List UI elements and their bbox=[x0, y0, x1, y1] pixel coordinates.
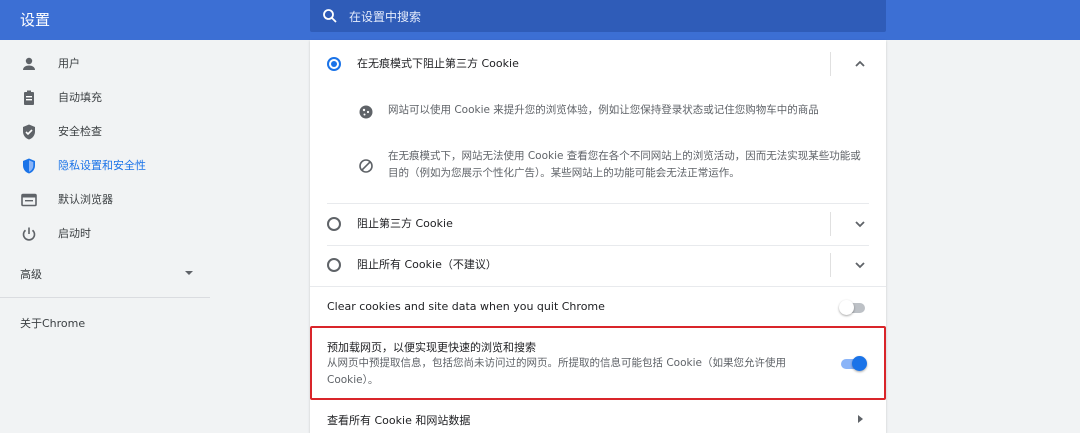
sidebar-advanced[interactable]: 高级 bbox=[20, 266, 42, 282]
incognito-explanation: 在无痕模式下，网站无法使用 Cookie 查看您在各个不同网站上的浏览活动，因而… bbox=[388, 150, 861, 179]
vertical-separator bbox=[830, 212, 831, 236]
section-divider bbox=[310, 286, 886, 287]
toggle-knob bbox=[839, 300, 854, 315]
app-title: 设置 bbox=[20, 11, 51, 29]
cookie-icon bbox=[359, 105, 373, 119]
sidebar-item-label: 启动时 bbox=[58, 227, 91, 240]
option-label: 阻止所有 Cookie（不建议） bbox=[357, 258, 497, 271]
sidebar-item-label: 安全检查 bbox=[58, 125, 102, 138]
clear-on-quit-toggle[interactable] bbox=[839, 300, 867, 316]
blocked-icon bbox=[359, 159, 373, 173]
vertical-separator bbox=[830, 253, 831, 277]
sidebar-item-safety-check[interactable]: 安全检查 bbox=[0, 115, 210, 147]
chevron-down-icon[interactable] bbox=[853, 217, 867, 231]
sidebar-item-on-startup[interactable]: 启动时 bbox=[0, 217, 210, 249]
sidebar-item-label: 用户 bbox=[58, 57, 80, 70]
sidebar-item-label: 默认浏览器 bbox=[58, 193, 113, 206]
clear-on-quit-label: Clear cookies and site data when you qui… bbox=[327, 300, 605, 313]
chevron-up-icon[interactable] bbox=[853, 57, 867, 71]
sidebar-divider bbox=[0, 297, 210, 298]
option-block-third-party[interactable]: 阻止第三方 Cookie bbox=[310, 204, 886, 244]
person-icon bbox=[23, 57, 35, 70]
shield-icon bbox=[23, 158, 35, 174]
toggle-knob bbox=[852, 356, 867, 371]
chevron-down-icon[interactable] bbox=[853, 258, 867, 272]
sidebar: 用户 自动填充 安全检查 隐私设置和安全性 默认浏览器 启动时 高级 关于Chr… bbox=[0, 40, 210, 433]
option-label: 阻止第三方 Cookie bbox=[357, 217, 453, 230]
option-label: 在无痕模式下阻止第三方 Cookie bbox=[357, 57, 519, 70]
power-icon bbox=[22, 227, 36, 241]
top-bar: 设置 bbox=[0, 0, 1080, 40]
sidebar-item-people[interactable]: 用户 bbox=[0, 47, 210, 79]
caret-down-icon[interactable] bbox=[184, 270, 194, 276]
shield-check-icon bbox=[23, 124, 35, 140]
sidebar-item-default-browser[interactable]: 默认浏览器 bbox=[0, 183, 210, 215]
search-input[interactable] bbox=[347, 6, 871, 28]
sidebar-about-chrome[interactable]: 关于Chrome bbox=[20, 315, 85, 331]
arrow-right-icon[interactable] bbox=[855, 414, 865, 424]
option-block-all[interactable]: 阻止所有 Cookie（不建议） bbox=[310, 245, 886, 285]
radio-button-selected[interactable] bbox=[327, 57, 341, 71]
see-all-cookies-link[interactable]: 查看所有 Cookie 和网站数据 bbox=[327, 412, 470, 428]
cookies-settings-card: 在无痕模式下阻止第三方 Cookie 网站可以使用 Cookie 来提升您的浏览… bbox=[310, 40, 886, 433]
browser-icon bbox=[21, 193, 37, 207]
option-block-third-party-incognito[interactable]: 在无痕模式下阻止第三方 Cookie bbox=[310, 44, 886, 84]
search-icon bbox=[323, 9, 337, 23]
preload-toggle[interactable] bbox=[839, 356, 867, 372]
preload-title: 预加载网页，以便实现更快速的浏览和搜索 bbox=[327, 341, 536, 354]
sidebar-item-label: 自动填充 bbox=[58, 91, 102, 104]
radio-button[interactable] bbox=[327, 217, 341, 231]
clipboard-icon bbox=[24, 90, 34, 105]
sidebar-item-autofill[interactable]: 自动填充 bbox=[0, 81, 210, 113]
search-box[interactable] bbox=[310, 0, 886, 32]
sidebar-item-privacy[interactable]: 隐私设置和安全性 bbox=[0, 149, 210, 181]
sidebar-item-label: 隐私设置和安全性 bbox=[58, 159, 146, 172]
vertical-separator bbox=[830, 52, 831, 76]
radio-button[interactable] bbox=[327, 258, 341, 272]
cookie-explanation: 网站可以使用 Cookie 来提升您的浏览体验，例如让您保持登录状态或记住您购物… bbox=[388, 104, 819, 116]
preload-description: 从网页中预提取信息，包括您尚未访问过的网页。所提取的信息可能包括 Cookie（… bbox=[327, 357, 786, 386]
